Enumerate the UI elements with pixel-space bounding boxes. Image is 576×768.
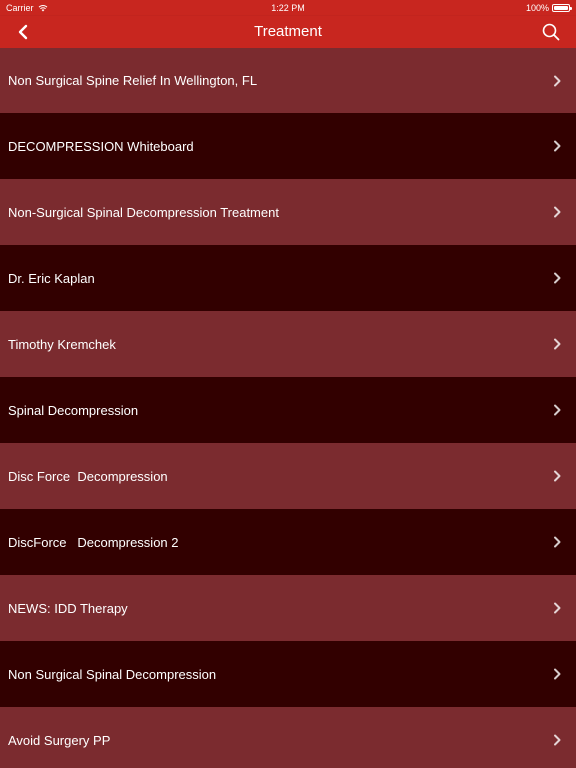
chevron-right-icon xyxy=(552,338,562,350)
chevron-right-icon xyxy=(552,536,562,548)
list-item-label: Non Surgical Spine Relief In Wellington,… xyxy=(8,73,258,88)
list-item-label: DECOMPRESSION Whiteboard xyxy=(8,138,194,154)
chevron-right-icon xyxy=(552,404,562,416)
list-item[interactable]: Disc Force Decompression xyxy=(0,443,576,509)
chevron-right-icon xyxy=(552,734,562,746)
chevron-right-icon xyxy=(552,470,562,482)
status-bar: Carrier 1:22 PM 100% xyxy=(0,0,576,16)
search-icon xyxy=(542,23,560,41)
list-item[interactable]: NEWS: IDD Therapy xyxy=(0,575,576,641)
list-item-label: NEWS: IDD Therapy xyxy=(8,600,128,616)
list-item-label: Spinal Decompression xyxy=(8,402,139,418)
battery-fill xyxy=(554,6,568,10)
status-time: 1:22 PM xyxy=(271,3,305,13)
list-item-label: Timothy Kremchek xyxy=(8,336,116,352)
list-item[interactable]: Dr. Eric Kaplan xyxy=(0,245,576,311)
list-item[interactable]: DECOMPRESSION Whiteboard xyxy=(0,113,576,179)
chevron-right-icon xyxy=(552,272,562,284)
chevron-right-icon xyxy=(552,75,562,87)
list-item-label: Non-Surgical Spinal Decompression Treatm… xyxy=(8,204,279,220)
chevron-right-icon xyxy=(552,602,562,614)
navigation-bar: Treatment xyxy=(0,16,576,48)
page-title: Treatment xyxy=(254,23,322,40)
list-item[interactable]: Non-Surgical Spinal Decompression Treatm… xyxy=(0,179,576,245)
battery-icon xyxy=(552,4,572,12)
chevron-right-icon xyxy=(552,206,562,218)
list-item[interactable]: Non Surgical Spine Relief In Wellington,… xyxy=(0,48,576,113)
battery-indicator: 100% xyxy=(525,3,572,13)
list-item[interactable]: Non Surgical Spinal Decompression xyxy=(0,641,576,707)
list-item[interactable]: Spinal Decompression xyxy=(0,377,576,443)
chevron-right-icon xyxy=(552,668,562,680)
list-item-label: Non Surgical Spinal Decompression xyxy=(8,666,217,682)
list-item-label: Dr. Eric Kaplan xyxy=(8,270,95,286)
list-item[interactable]: DiscForce Decompression 2 xyxy=(0,509,576,575)
list-item[interactable]: Timothy Kremchek xyxy=(0,311,576,377)
chevron-right-icon xyxy=(552,140,562,152)
list-item[interactable]: Avoid Surgery PP xyxy=(0,707,576,768)
list-item-label: Disc Force Decompression xyxy=(8,468,168,484)
list-item-label: Avoid Surgery PP xyxy=(8,732,111,748)
list-item-label: DiscForce Decompression 2 xyxy=(8,534,179,550)
search-button[interactable] xyxy=(540,21,562,43)
battery-percent: 100% xyxy=(525,3,549,13)
treatment-list: Non Surgical Spine Relief In Wellington,… xyxy=(0,48,576,768)
